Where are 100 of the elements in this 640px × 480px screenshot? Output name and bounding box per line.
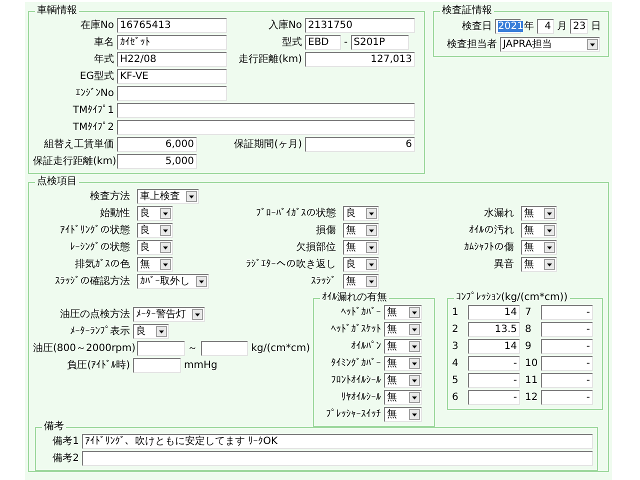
input-field[interactable]: [117, 86, 227, 101]
cylinder-number: 2: [452, 323, 460, 337]
cylinder-number: 12: [525, 391, 539, 405]
dropdown[interactable]: 無: [521, 240, 557, 255]
input-field[interactable]: 16765413: [117, 18, 227, 33]
dropdown[interactable]: 良: [343, 257, 379, 272]
field-label: 油圧(800～2000rpm): [33, 342, 137, 356]
input-field[interactable]: -: [468, 373, 520, 388]
field-label: ｽﾗｯｼﾞ: [310, 274, 337, 289]
dropdown[interactable]: 無: [521, 206, 557, 221]
field-label: ｴﾝｼﾞﾝNo: [74, 86, 115, 101]
field-label: EG型式: [78, 70, 115, 84]
input-field[interactable]: [82, 451, 593, 466]
input-field[interactable]: -: [541, 390, 593, 405]
dropdown[interactable]: 車上検査: [137, 189, 199, 204]
unit-label: mmHg: [183, 359, 218, 373]
dropdown[interactable]: 無: [384, 322, 422, 337]
input-field[interactable]: 5,000: [117, 154, 197, 169]
field-label: 車名: [93, 36, 115, 50]
cylinder-number: 10: [525, 357, 539, 371]
dropdown[interactable]: 無: [384, 373, 422, 388]
field-label: 入庫No: [267, 18, 303, 33]
input-field[interactable]: 23: [570, 18, 588, 34]
dropdown[interactable]: ｶﾊﾞｰ取外し: [137, 274, 209, 289]
input-field[interactable]: [137, 341, 185, 356]
input-field[interactable]: [117, 120, 415, 135]
dropdown[interactable]: 良: [137, 223, 173, 238]
input-field[interactable]: ｶｲｾﾞｯﾄ: [117, 35, 227, 50]
group-title: ｺﾝﾌﾟﾚｯｼｮﾝ(kg/(cm*cm)): [455, 292, 569, 304]
field-label: ｵｲﾙの汚れ: [468, 224, 515, 238]
dropdown[interactable]: 無: [384, 356, 422, 371]
cylinder-number: 7: [525, 306, 532, 320]
dropdown[interactable]: 無: [384, 390, 422, 405]
field-label: TMﾀｲﾌﾟ1: [72, 104, 115, 118]
input-field[interactable]: -: [468, 390, 520, 405]
input-field[interactable]: -: [468, 356, 520, 371]
input-field[interactable]: -: [541, 373, 593, 388]
field-label: ｵｲﾙﾊﾟﾝ: [350, 340, 382, 354]
dropdown[interactable]: 無: [384, 407, 422, 422]
field-label: ﾍｯﾄﾞｶﾞｽｹｯﾄ: [330, 322, 382, 337]
dropdown[interactable]: 無: [521, 257, 557, 272]
input-field[interactable]: -: [541, 305, 593, 320]
dropdown[interactable]: 無: [343, 223, 379, 238]
field-label: 欠損部位: [295, 240, 337, 255]
dropdown[interactable]: 良: [137, 206, 173, 221]
input-field[interactable]: 14: [468, 305, 520, 320]
field-label: 組替え工賃単価: [43, 138, 115, 152]
input-field[interactable]: KF-VE: [117, 69, 227, 84]
input-field[interactable]: 14: [468, 339, 520, 354]
input-field[interactable]: 2021: [495, 18, 522, 34]
cylinder-number: 9: [525, 340, 532, 354]
input-field[interactable]: -: [541, 339, 593, 354]
dropdown[interactable]: JAPRA担当: [500, 36, 600, 52]
dropdown[interactable]: 無: [384, 305, 422, 320]
input-field[interactable]: [200, 341, 248, 356]
dropdown[interactable]: 無: [343, 274, 379, 289]
group-title: ｵｲﾙ漏れの有無: [321, 292, 388, 304]
cylinder-number: 1: [452, 306, 460, 320]
group-title: 点検項目: [36, 176, 78, 188]
group-title: 車輌情報: [36, 5, 78, 17]
field-label: TMﾀｲﾌﾟ2: [72, 120, 115, 135]
input-field[interactable]: S201P: [350, 35, 409, 50]
field-label: 検査担当者: [446, 38, 498, 52]
field-label: ﾌﾞﾛｰﾊﾞｲｶﾞｽの状態: [255, 206, 337, 221]
field-label: 在庫No: [79, 18, 115, 33]
group-title: 検査証情報: [441, 5, 493, 17]
field-label: 型式: [281, 36, 303, 50]
input-field[interactable]: ｱｲﾄﾞﾘﾝｸﾞ、吹けともに安定してます ﾘｰｸOK: [82, 434, 593, 449]
input-field[interactable]: 6,000: [117, 137, 197, 152]
input-field[interactable]: 127,013: [305, 52, 415, 67]
field-label: 負圧(ｱｲﾄﾞﾙ時): [66, 358, 131, 373]
field-label: 油圧の点検方法: [59, 308, 131, 322]
dropdown[interactable]: 無: [384, 339, 422, 354]
input-field[interactable]: -: [541, 356, 593, 371]
field-label: ｶﾑｼｬﾌﾄの傷: [463, 241, 515, 255]
dropdown[interactable]: ﾒｰﾀｰ警告灯: [133, 307, 205, 322]
dropdown[interactable]: 良: [343, 206, 379, 221]
dropdown[interactable]: 良: [137, 240, 173, 255]
dropdown[interactable]: 良: [133, 324, 169, 339]
dropdown[interactable]: 無: [521, 223, 557, 238]
field-label: ﾌﾛﾝﾄｵｲﾙｼｰﾙ: [330, 374, 382, 388]
field-label: ｽﾗｯｼﾞの確認方法: [54, 274, 131, 289]
field-label: 検査方法: [89, 190, 131, 204]
input-field[interactable]: 2131750: [305, 18, 415, 33]
input-field[interactable]: EBD: [305, 35, 341, 50]
input-field[interactable]: 6: [305, 137, 415, 152]
input-field[interactable]: [133, 358, 181, 373]
cylinder-number: 8: [525, 323, 532, 337]
input-field[interactable]: 4: [537, 18, 554, 34]
dropdown[interactable]: 無: [343, 240, 379, 255]
field-label: ﾗｼﾞｴﾀｰへの吹き返し: [245, 258, 337, 272]
input-field[interactable]: [117, 103, 415, 118]
input-field[interactable]: H22/08: [117, 52, 227, 67]
field-label: 保証走行距離(km): [33, 154, 117, 169]
input-field[interactable]: 13.5: [468, 322, 520, 337]
dropdown[interactable]: 無: [137, 257, 173, 272]
cylinder-number: 11: [525, 374, 539, 388]
input-field[interactable]: -: [541, 322, 593, 337]
cylinder-number: 4: [452, 357, 460, 371]
unit-label: 月: [556, 20, 568, 34]
